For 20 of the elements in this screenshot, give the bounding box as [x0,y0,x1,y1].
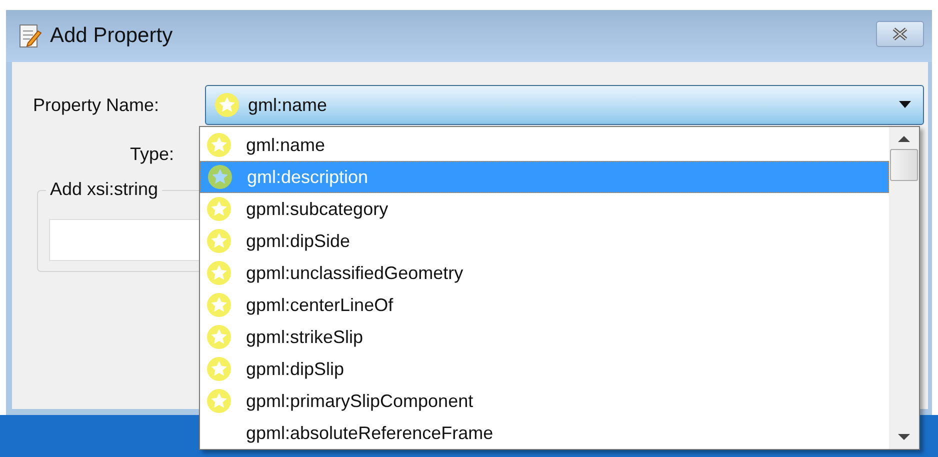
property-name-dropdown[interactable]: gml:name [205,85,924,125]
dropdown-item[interactable]: gpml:subcategory [200,193,889,225]
close-button[interactable] [876,21,924,47]
window-title: Add Property [50,24,174,48]
caret-icon [899,101,911,109]
dropdown-item[interactable]: gpml:dipSide [200,225,889,257]
dropdown-item[interactable]: gpml:strikeSlip [200,321,889,353]
dropdown-item[interactable]: gpml:centerLineOf [200,289,889,321]
dropdown-item[interactable]: gpml:primarySlipComponent [200,385,889,417]
type-label: Type: [130,144,174,164]
dropdown-item[interactable]: gpml:unclassifiedGeometry [200,257,889,289]
document-pencil-icon [18,23,42,49]
dropdown-item[interactable]: gpml:dipSlip [200,353,889,385]
group-label: Add xsi:string [46,179,162,200]
scroll-up-icon[interactable] [898,135,910,143]
dropdown-item[interactable]: gml:name [200,129,889,161]
scroll-down-icon[interactable] [898,433,910,441]
property-name-label: Property Name: [33,94,160,116]
combo-value: gml:name [248,94,328,116]
scrollbar-thumb[interactable] [890,149,918,181]
